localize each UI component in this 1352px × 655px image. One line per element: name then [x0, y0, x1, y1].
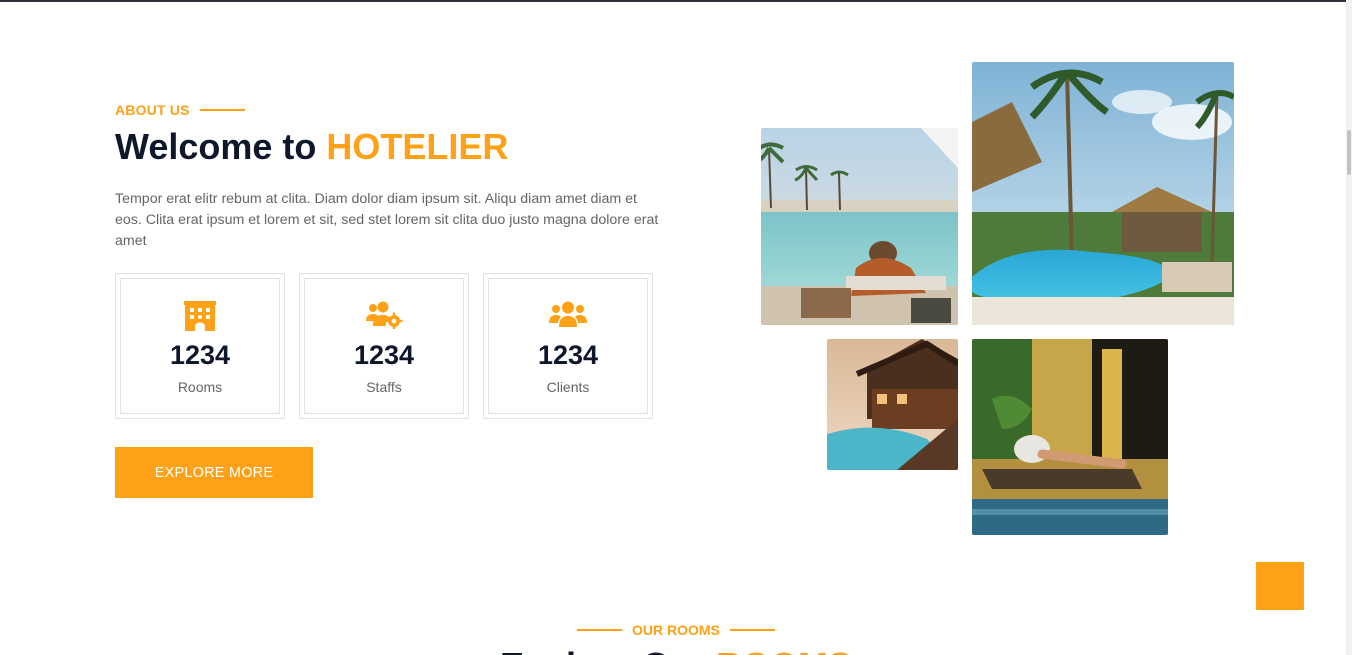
resort-pool-photo: [972, 62, 1234, 325]
stat-number: 1234: [169, 340, 231, 370]
poolside-sunbed-photo: [972, 339, 1168, 535]
scrollbar[interactable]: [1346, 0, 1352, 655]
page-title: Welcome to HOTELIER: [115, 126, 508, 168]
pool-lounge-photo: [761, 128, 958, 325]
users-icon: [549, 301, 587, 334]
scrollbar-thumb[interactable]: [1347, 130, 1351, 175]
about-description: Tempor erat elitr rebum at clita. Diam d…: [115, 191, 659, 249]
title-accent: HOTELIER: [326, 126, 509, 167]
back-to-top-button[interactable]: [1256, 562, 1304, 610]
title-prefix: Welcome to: [115, 126, 327, 167]
stat-label: Rooms: [177, 379, 223, 395]
eyebrow-divider: [199, 109, 245, 111]
stat-card-inner: 1234 Rooms: [120, 278, 280, 414]
stat-card-staffs: 1234 Staffs: [299, 273, 469, 419]
eyebrow-divider: [577, 629, 623, 631]
eyebrow-divider: [729, 629, 775, 631]
about-eyebrow: ABOUT US: [115, 102, 245, 118]
stat-card-rooms: 1234 Rooms: [115, 273, 285, 419]
hotel-icon: [184, 301, 216, 336]
stat-card-inner: 1234 Staffs: [304, 278, 464, 414]
stat-label: Staffs: [366, 379, 402, 395]
rooms-eyebrow: OUR ROOMS: [0, 622, 1352, 638]
rooms-title-accent: ROOMS: [716, 645, 852, 655]
rooms-title: Explore Our ROOMS: [0, 645, 1352, 655]
explore-more-button[interactable]: EXPLORE MORE: [115, 447, 313, 498]
rooms-title-prefix: Explore Our: [500, 645, 716, 655]
rooms-eyebrow-text: OUR ROOMS: [632, 622, 720, 638]
stat-number: 1234: [537, 340, 599, 370]
stat-card-inner: 1234 Clients: [488, 278, 648, 414]
top-border: [0, 0, 1352, 2]
about-eyebrow-text: ABOUT US: [115, 102, 190, 118]
stat-card-clients: 1234 Clients: [483, 273, 653, 419]
stat-label: Clients: [546, 379, 590, 395]
stat-number: 1234: [353, 340, 415, 370]
terrace-pool-photo: [827, 339, 958, 470]
users-cog-icon: [365, 301, 403, 334]
